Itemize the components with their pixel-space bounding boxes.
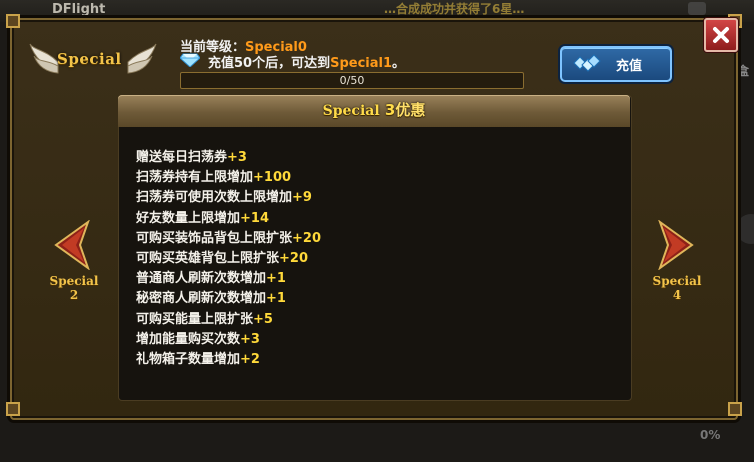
perk-text: 普通商人刷新次数增加: [136, 271, 267, 287]
next-special-level: 4: [672, 288, 682, 302]
perk-item: 扫荡券可使用次数上限增加+9: [136, 188, 321, 208]
recharge-button-label: 充值: [616, 59, 643, 74]
perk-text: 可购买英雄背包上限扩张: [136, 250, 280, 266]
corner-ornament: [728, 402, 742, 416]
background-percent: 0%: [700, 428, 721, 442]
perk-item: 赠送每日扫荡券+3: [136, 148, 321, 168]
corner-ornament: [6, 14, 20, 28]
recharge-tip-suffix: 。: [392, 56, 406, 71]
perk-bonus: +20: [292, 230, 321, 246]
perk-item: 好友数量上限增加+14: [136, 209, 321, 229]
chat-icon: [688, 2, 706, 15]
perk-text: 礼物箱子数量增加: [136, 351, 241, 367]
perk-bonus: +9: [292, 190, 312, 206]
next-special-button[interactable]: Special 4: [645, 274, 709, 302]
perk-bonus: +2: [240, 351, 260, 367]
perk-bonus: +1: [266, 291, 286, 307]
perk-item: 礼物箱子数量增加+2: [136, 350, 321, 370]
perk-bonus: +1: [266, 271, 286, 287]
perk-item: 可购买能量上限扩张+5: [136, 310, 321, 330]
prev-special-label: Special: [49, 274, 99, 288]
recharge-tip-target: Special1: [330, 56, 393, 71]
perk-list: 赠送每日扫荡券+3 扫荡券持有上限增加+100 扫荡券可使用次数上限增加+9 好友数量…: [136, 148, 321, 370]
special-logo-text: Special: [57, 50, 122, 68]
perk-bonus: +3: [240, 331, 260, 347]
vip-progress-bar: 0/50: [180, 72, 524, 89]
perks-title-suffix: 优惠: [395, 101, 426, 119]
perk-text: 增加能量购买次数: [136, 331, 241, 347]
perk-item: 增加能量购买次数+3: [136, 330, 321, 350]
perks-title-special: Special: [322, 103, 380, 119]
recharge-tip: 充值50个后，可达到Special1。: [208, 52, 405, 71]
corner-ornament: [6, 402, 20, 416]
perk-text: 秘密商人刷新次数增加: [136, 291, 267, 307]
prev-special-button[interactable]: Special 2: [42, 274, 106, 302]
gem-pile-icon: [573, 54, 601, 72]
vip-progress-text: 0/50: [339, 74, 365, 87]
perk-text: 可购买装饰品背包上限扩张: [136, 230, 293, 246]
perk-item: 扫荡券持有上限增加+100: [136, 168, 321, 188]
perks-card-title: Special 3优惠: [118, 99, 630, 120]
perk-item: 可购买装饰品背包上限扩张+20: [136, 229, 321, 249]
perk-text: 赠送每日扫荡券: [136, 150, 228, 165]
background-side-label: 盒: [737, 64, 750, 78]
next-special-label: Special: [652, 274, 702, 288]
arrow-left-icon[interactable]: [54, 220, 90, 270]
perk-item: 秘密商人刷新次数增加+1: [136, 289, 321, 309]
perk-bonus: +3: [227, 150, 247, 165]
perks-title-level: 3: [384, 101, 396, 119]
diamond-icon: [180, 53, 200, 67]
perk-text: 扫荡券持有上限增加: [136, 170, 254, 186]
background-player-name: DFlight: [52, 2, 106, 17]
perk-text: 好友数量上限增加: [136, 210, 241, 226]
perk-item: 可购买英雄背包上限扩张+20: [136, 249, 321, 269]
arrow-right-icon[interactable]: [658, 220, 694, 270]
close-icon: [713, 27, 729, 43]
background-notice: …合成成功并获得了6星…: [384, 2, 525, 16]
special-logo-word: Special: [57, 50, 122, 68]
perk-bonus: +14: [240, 210, 269, 226]
perk-text: 扫荡券可使用次数上限增加: [136, 190, 293, 206]
perk-bonus: +20: [279, 250, 308, 266]
recharge-tip-prefix: 充值50个后，可达到: [208, 56, 331, 71]
prev-special-level: 2: [69, 288, 79, 302]
close-button[interactable]: [704, 18, 738, 52]
perk-bonus: +5: [253, 311, 273, 327]
perk-text: 可购买能量上限扩张: [136, 311, 254, 327]
recharge-button[interactable]: 充值: [560, 46, 672, 82]
perk-bonus: +100: [253, 170, 292, 186]
background-circle-icon: [736, 214, 754, 244]
perk-item: 普通商人刷新次数增加+1: [136, 269, 321, 289]
